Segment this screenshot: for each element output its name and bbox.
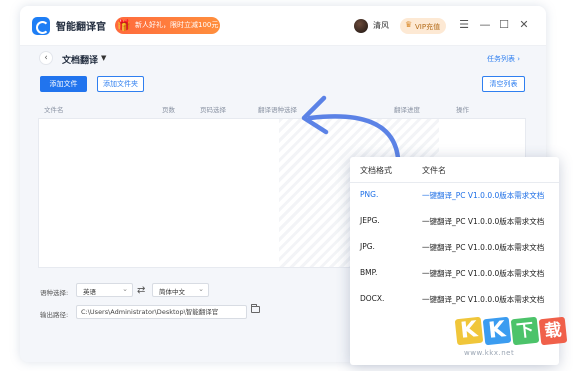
task-list-link[interactable]: 任务列表 › <box>487 54 520 64</box>
format-label: JPG. <box>360 242 375 251</box>
title-bar: 智能翻译官 🎁 新人好礼，限时立减100元 清风 ♛ VIP充值 ☰ — ☐ ✕ <box>20 6 546 46</box>
watermark-letter: 载 <box>538 316 568 346</box>
source-language-value: 英语 <box>83 288 96 296</box>
avatar[interactable] <box>354 19 368 33</box>
gift-icon: 🎁 <box>117 19 131 32</box>
vip-crown-icon: ♛ <box>405 20 413 29</box>
source-language-select[interactable]: 英语 ⌄ <box>76 283 133 297</box>
chevron-down-icon[interactable]: ▼ <box>101 54 106 62</box>
list-item[interactable]: JEPG. 一键翻译_PC V1.0.0.0版本需求文档 <box>350 211 559 236</box>
popup-header: 文档格式 文件名 <box>350 157 559 183</box>
watermark-letter: K <box>482 316 512 346</box>
watermark-url: www.kkx.net <box>464 349 515 357</box>
list-item[interactable]: DOCX. 一键翻译_PC V1.0.0.0版本需求文档 <box>350 289 559 314</box>
promo-banner[interactable]: 🎁 新人好礼，限时立减100元 <box>115 17 220 34</box>
file-name: 一键翻译_PC V1.0.0.0版本需求文档 <box>422 217 545 226</box>
add-folder-button[interactable]: 添加文件夹 <box>97 76 144 92</box>
watermark-letter: K <box>454 316 484 346</box>
target-language-select[interactable]: 简体中文 ⌄ <box>152 283 209 297</box>
output-path-label: 输出路径: <box>40 311 69 319</box>
app-title: 智能翻译官 <box>56 22 106 33</box>
table-header: 文件名 页数 页码选择 翻译语种选择 翻译进度 操作 <box>40 102 524 117</box>
column-header-page-select: 页码选择 <box>200 106 226 114</box>
popup-header-format: 文档格式 <box>360 166 392 175</box>
user-name[interactable]: 清风 <box>373 20 389 31</box>
file-name: 一键翻译_PC V1.0.0.0版本需求文档 <box>422 295 545 304</box>
file-name: 一键翻译_PC V1.0.0.0版本需求文档 <box>422 243 545 252</box>
minimize-icon[interactable]: — <box>478 18 492 32</box>
maximize-icon[interactable]: ☐ <box>497 18 511 32</box>
add-file-button[interactable]: 添加文件 <box>40 76 87 92</box>
app-logo-icon <box>32 17 50 35</box>
format-label: PNG. <box>360 190 379 199</box>
target-language-value: 简体中文 <box>159 288 185 296</box>
column-header-filename: 文件名 <box>44 106 64 114</box>
language-label: 语种选择: <box>40 289 69 297</box>
file-name: 一键翻译_PC V1.0.0.0版本需求文档 <box>422 191 545 200</box>
chevron-down-icon: ⌄ <box>122 285 128 293</box>
output-path-field[interactable]: C:\Users\Administrator\Desktop\智能翻译官 <box>76 305 247 319</box>
list-item[interactable]: PNG. 一键翻译_PC V1.0.0.0版本需求文档 <box>350 185 559 210</box>
vip-recharge-button[interactable]: ♛ VIP充值 <box>400 18 446 34</box>
column-header-pages: 页数 <box>162 106 175 114</box>
folder-icon[interactable] <box>251 304 260 313</box>
file-name: 一键翻译_PC V1.0.0.0版本需求文档 <box>422 269 545 278</box>
list-item[interactable]: JPG. 一键翻译_PC V1.0.0.0版本需求文档 <box>350 237 559 262</box>
promo-text: 新人好礼，限时立减100元 <box>135 21 219 29</box>
pointer-arrow <box>301 95 401 161</box>
watermark-logo: K K 下 载 www.kkx.net <box>452 316 572 358</box>
format-label: JEPG. <box>360 216 380 225</box>
menu-icon[interactable]: ☰ <box>457 18 471 32</box>
page-title[interactable]: 文档翻译 <box>62 53 98 66</box>
back-button[interactable]: ‹ <box>39 51 53 65</box>
column-header-actions: 操作 <box>456 106 469 114</box>
popup-header-filename: 文件名 <box>422 166 446 175</box>
close-icon[interactable]: ✕ <box>517 18 531 32</box>
list-item[interactable]: BMP. 一键翻译_PC V1.0.0.0版本需求文档 <box>350 263 559 288</box>
vip-label: VIP充值 <box>415 23 441 31</box>
watermark-letter: 下 <box>510 316 540 346</box>
swap-icon[interactable]: ⇄ <box>137 285 145 296</box>
chevron-down-icon: ⌄ <box>198 285 204 293</box>
arrow-curve <box>307 114 401 161</box>
format-label: DOCX. <box>360 294 385 303</box>
clear-list-button[interactable]: 清空列表 <box>482 76 525 92</box>
format-label: BMP. <box>360 268 378 277</box>
